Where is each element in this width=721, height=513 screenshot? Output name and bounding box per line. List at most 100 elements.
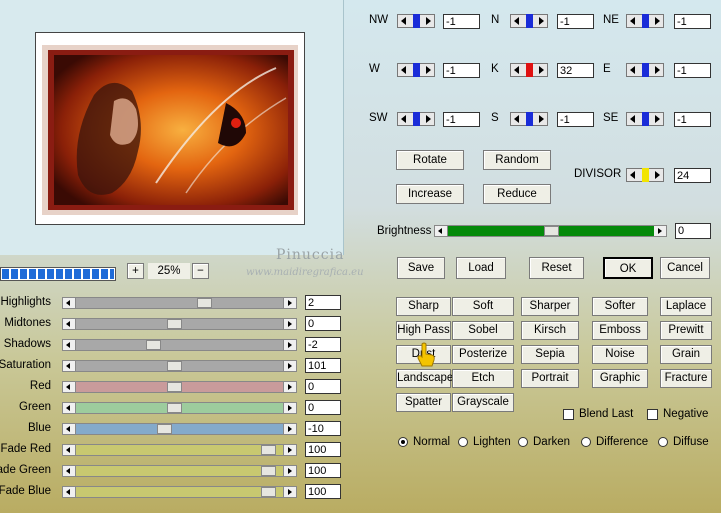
saturation-field[interactable]: 101: [305, 358, 341, 373]
save-button[interactable]: Save: [397, 257, 445, 279]
kernel-knob-ne[interactable]: [642, 14, 649, 28]
kernel-field-ne[interactable]: -1: [674, 14, 711, 29]
kernel-spinner-s[interactable]: [510, 112, 548, 126]
fade-green-slider[interactable]: [62, 465, 297, 477]
preset-softer-button[interactable]: Softer: [592, 297, 648, 316]
ok-button[interactable]: OK: [603, 257, 653, 279]
cancel-button[interactable]: Cancel: [660, 257, 710, 279]
preset-prewitt-button[interactable]: Prewitt: [660, 321, 712, 340]
zoom-out-button[interactable]: −: [192, 263, 209, 279]
mode-difference-radio[interactable]: [581, 437, 591, 447]
red-thumb[interactable]: [167, 382, 182, 392]
kernel-field-n[interactable]: -1: [557, 14, 594, 29]
rotate-button[interactable]: Rotate: [396, 150, 464, 170]
divisor-field[interactable]: 24: [674, 168, 711, 183]
highlights-slider[interactable]: [62, 297, 297, 309]
fade-green-field[interactable]: 100: [305, 463, 341, 478]
mode-normal-radio[interactable]: [398, 437, 408, 447]
preset-portrait-button[interactable]: Portrait: [521, 369, 579, 388]
preset-fracture-button[interactable]: Fracture: [660, 369, 712, 388]
fade-blue-field[interactable]: 100: [305, 484, 341, 499]
kernel-spinner-nw[interactable]: [397, 14, 435, 28]
brightness-field[interactable]: 0: [675, 223, 711, 239]
fade-blue-thumb[interactable]: [261, 487, 276, 497]
kernel-knob-e[interactable]: [642, 63, 649, 77]
kernel-knob-se[interactable]: [642, 112, 649, 126]
kernel-knob-nw[interactable]: [413, 14, 420, 28]
kernel-field-nw[interactable]: -1: [443, 14, 480, 29]
kernel-field-sw[interactable]: -1: [443, 112, 480, 127]
preset-graphic-button[interactable]: Graphic: [592, 369, 648, 388]
random-button[interactable]: Random: [483, 150, 551, 170]
kernel-spinner-n[interactable]: [510, 14, 548, 28]
mode-darken-radio[interactable]: [518, 437, 528, 447]
midtones-field[interactable]: 0: [305, 316, 341, 331]
green-slider[interactable]: [62, 402, 297, 414]
kernel-knob-w[interactable]: [413, 63, 420, 77]
kernel-field-e[interactable]: -1: [674, 63, 711, 78]
fade-red-field[interactable]: 100: [305, 442, 341, 457]
brightness-slider[interactable]: [434, 225, 667, 237]
brightness-thumb[interactable]: [544, 226, 559, 236]
preset-sepia-button[interactable]: Sepia: [521, 345, 579, 364]
fade-blue-slider[interactable]: [62, 486, 297, 498]
kernel-field-w[interactable]: -1: [443, 63, 480, 78]
preview-image[interactable]: [36, 33, 304, 224]
shadows-field[interactable]: -2: [305, 337, 341, 352]
fade-red-slider[interactable]: [62, 444, 297, 456]
fade-green-thumb[interactable]: [261, 466, 276, 476]
load-button[interactable]: Load: [456, 257, 506, 279]
kernel-field-s[interactable]: -1: [557, 112, 594, 127]
green-field[interactable]: 0: [305, 400, 341, 415]
kernel-spinner-e[interactable]: [626, 63, 664, 77]
midtones-thumb[interactable]: [167, 319, 182, 329]
blue-thumb[interactable]: [157, 424, 172, 434]
reset-button[interactable]: Reset: [529, 257, 584, 279]
kernel-spinner-k[interactable]: [510, 63, 548, 77]
mode-diffuse-radio[interactable]: [658, 437, 668, 447]
shadows-slider[interactable]: [62, 339, 297, 351]
blue-field[interactable]: -10: [305, 421, 341, 436]
divisor-knob[interactable]: [642, 168, 649, 182]
preset-kirsch-button[interactable]: Kirsch: [521, 321, 579, 340]
preset-landscape-button[interactable]: Landscape: [396, 369, 453, 388]
blend-last-checkbox[interactable]: [563, 409, 574, 420]
preset-high-pass-button[interactable]: High Pass: [396, 321, 451, 340]
negative-checkbox[interactable]: [647, 409, 658, 420]
kernel-spinner-w[interactable]: [397, 63, 435, 77]
reduce-button[interactable]: Reduce: [483, 184, 551, 204]
saturation-thumb[interactable]: [167, 361, 182, 371]
fade-red-thumb[interactable]: [261, 445, 276, 455]
kernel-knob-n[interactable]: [526, 14, 533, 28]
preset-posterize-button[interactable]: Posterize: [452, 345, 514, 364]
preset-grayscale-button[interactable]: Grayscale: [452, 393, 514, 412]
preset-soft-button[interactable]: Soft: [452, 297, 514, 316]
preset-sobel-button[interactable]: Sobel: [452, 321, 514, 340]
midtones-slider[interactable]: [62, 318, 297, 330]
highlights-field[interactable]: 2: [305, 295, 341, 310]
red-field[interactable]: 0: [305, 379, 341, 394]
preset-emboss-button[interactable]: Emboss: [592, 321, 648, 340]
preset-laplace-button[interactable]: Laplace: [660, 297, 712, 316]
shadows-thumb[interactable]: [146, 340, 161, 350]
kernel-spinner-ne[interactable]: [626, 14, 664, 28]
kernel-field-se[interactable]: -1: [674, 112, 711, 127]
preset-noise-button[interactable]: Noise: [592, 345, 648, 364]
preset-grain-button[interactable]: Grain: [660, 345, 712, 364]
kernel-spinner-sw[interactable]: [397, 112, 435, 126]
red-slider[interactable]: [62, 381, 297, 393]
kernel-knob-s[interactable]: [526, 112, 533, 126]
kernel-field-k[interactable]: 32: [557, 63, 594, 78]
kernel-spinner-se[interactable]: [626, 112, 664, 126]
green-thumb[interactable]: [167, 403, 182, 413]
blue-slider[interactable]: [62, 423, 297, 435]
kernel-knob-sw[interactable]: [413, 112, 420, 126]
saturation-slider[interactable]: [62, 360, 297, 372]
preset-etch-button[interactable]: Etch: [452, 369, 514, 388]
increase-button[interactable]: Increase: [396, 184, 464, 204]
preset-sharper-button[interactable]: Sharper: [521, 297, 579, 316]
highlights-thumb[interactable]: [197, 298, 212, 308]
zoom-in-button[interactable]: +: [127, 263, 144, 279]
mode-lighten-radio[interactable]: [458, 437, 468, 447]
kernel-knob-k[interactable]: [526, 63, 533, 77]
